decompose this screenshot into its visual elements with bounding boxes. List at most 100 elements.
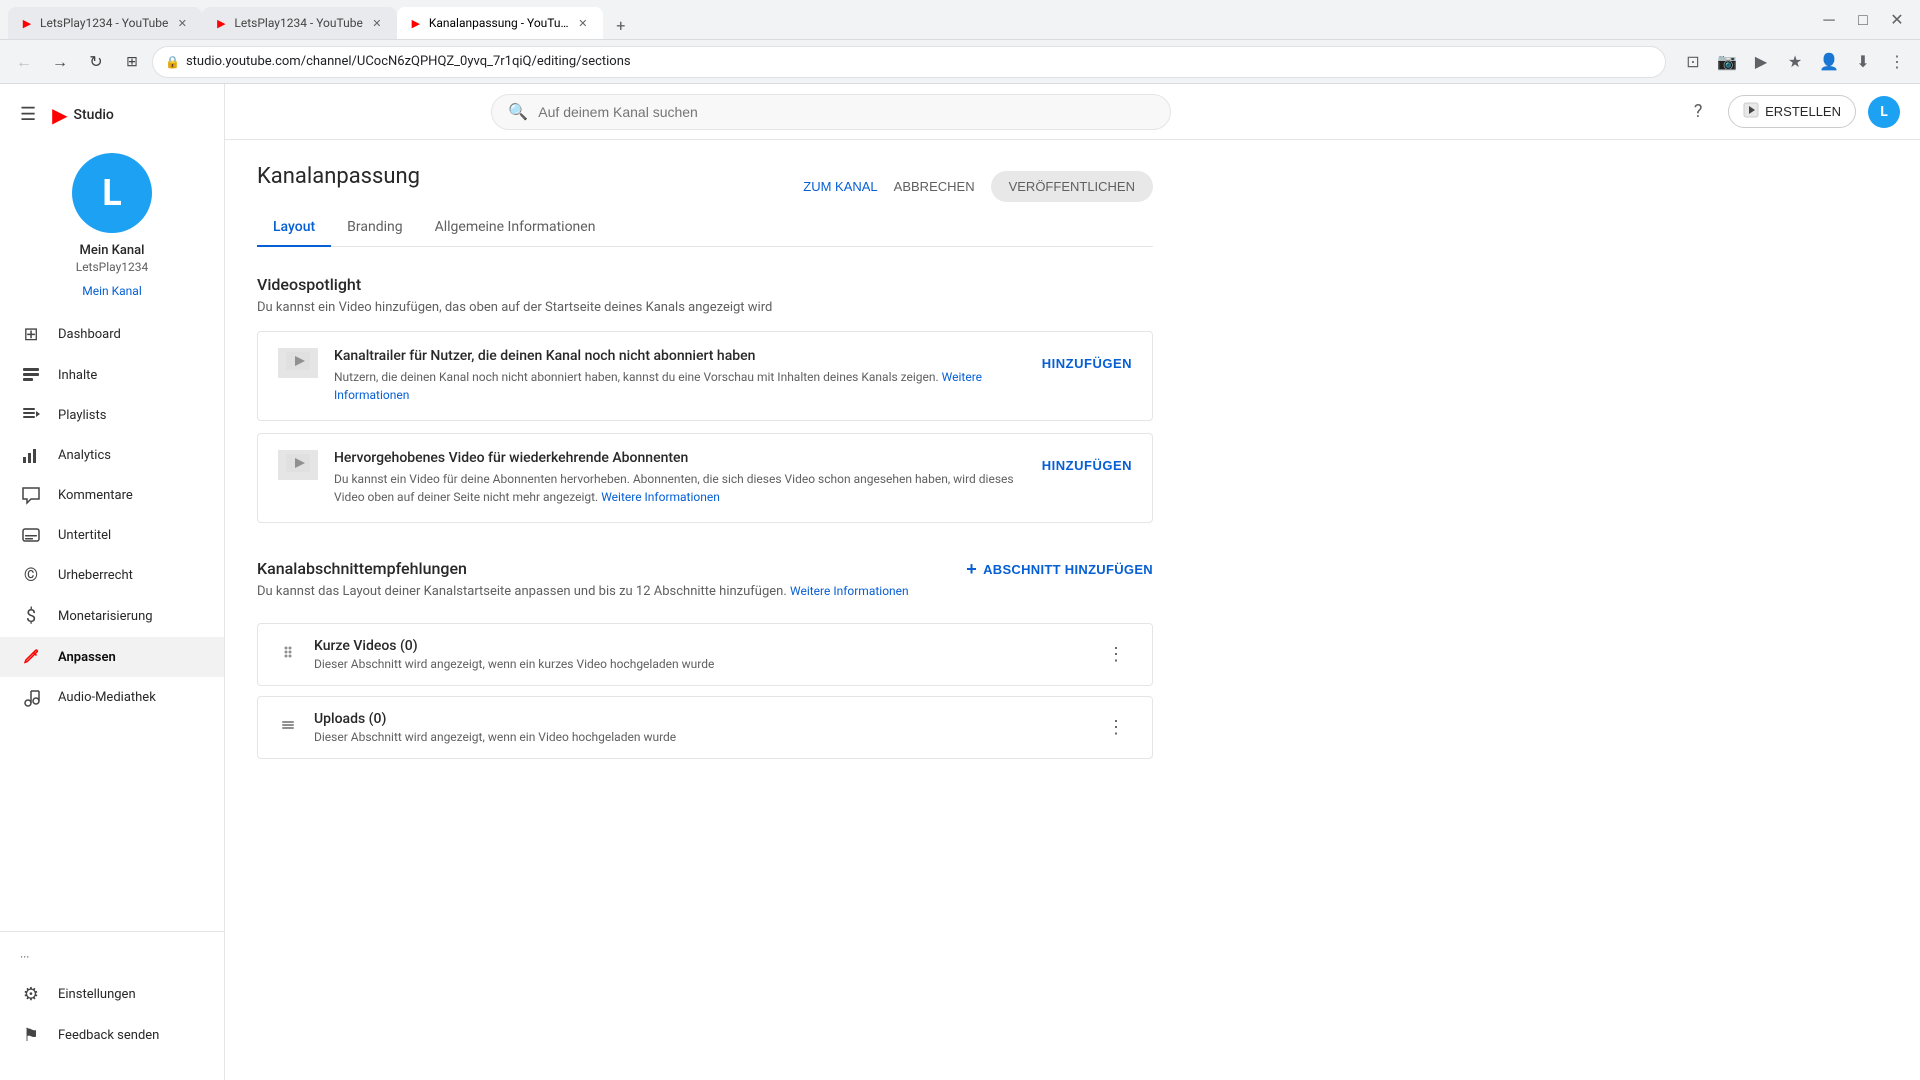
- main-area: 🔍 ? ERSTELLEN L Kanalanp: [225, 84, 1920, 1080]
- menu-icon[interactable]: ⋮: [1882, 47, 1912, 77]
- sidebar: ☰ ▶ Studio L Mein Kanal LetsPlay1234 Mei…: [0, 84, 225, 1080]
- uploads-more-button[interactable]: ⋮: [1100, 712, 1132, 744]
- refresh-button[interactable]: ↻: [80, 46, 112, 78]
- help-button[interactable]: ?: [1680, 94, 1716, 130]
- kanalabschnitt-desc: Du kannst das Layout deiner Kanalstartse…: [257, 584, 966, 599]
- sidebar-item-audio-mediathek[interactable]: Audio-Mediathek: [0, 677, 224, 717]
- tab-branding[interactable]: Branding: [331, 209, 418, 247]
- urheberrecht-icon: ©: [20, 565, 42, 586]
- tab-layout[interactable]: Layout: [257, 209, 331, 247]
- sidebar-item-feedback[interactable]: ⚑ Feedback senden: [0, 1015, 224, 1056]
- browser-tab-1[interactable]: ▶ LetsPlay1234 - YouTube ✕: [8, 7, 202, 39]
- trailer-info: Kanaltrailer für Nutzer, die deinen Kana…: [334, 348, 1026, 404]
- sidebar-item-anpassen[interactable]: Anpassen: [0, 637, 224, 677]
- page-actions: ZUM KANAL ABBRECHEN VERÖFFENTLICHEN: [803, 171, 1153, 202]
- videospotlight-desc: Du kannst ein Video hinzufügen, das oben…: [257, 300, 1153, 315]
- tab-close-1[interactable]: ✕: [174, 15, 190, 31]
- forward-nav-icon[interactable]: ▶: [1746, 47, 1776, 77]
- spotlight-card-trailer: Kanaltrailer für Nutzer, die deinen Kana…: [257, 331, 1153, 421]
- sidebar-item-kommentare[interactable]: Kommentare: [0, 475, 224, 515]
- hervorgehoben-thumb-icon: [286, 454, 310, 477]
- hervorgehoben-title: Hervorgehobenes Video für wiederkehrende…: [334, 450, 1026, 466]
- sidebar-label-urheberrecht: Urheberrecht: [58, 568, 133, 583]
- tab-title-3: Kanalanpassung - YouTube: [429, 16, 569, 30]
- profile-icon[interactable]: 👤: [1814, 47, 1844, 77]
- user-avatar[interactable]: L: [1868, 96, 1900, 128]
- sidebar-item-monetarisierung[interactable]: $ Monetarisierung: [0, 596, 224, 637]
- abschnitt-hinzufuegen-button[interactable]: + ABSCHNITT HINZUFÜGEN: [966, 559, 1153, 580]
- sidebar-item-inhalte[interactable]: Inhalte: [0, 355, 224, 395]
- sidebar-item-einstellungen[interactable]: ⚙ Einstellungen: [0, 974, 224, 1015]
- tab-close-3[interactable]: ✕: [575, 15, 591, 31]
- maximize-button[interactable]: □: [1848, 5, 1878, 35]
- screenshot-icon[interactable]: 📷: [1712, 47, 1742, 77]
- kanalabschnitt-more-link[interactable]: Weitere Informationen: [790, 584, 909, 598]
- channel-info: L Mein Kanal LetsPlay1234 Mein Kanal: [0, 141, 224, 314]
- sidebar-label-feedback: Feedback senden: [58, 1028, 159, 1043]
- dashboard-icon: ⊞: [20, 324, 42, 345]
- page-title: Kanalanpassung: [257, 164, 420, 189]
- trailer-thumb-icon: [286, 352, 310, 375]
- drag-handle-uploads[interactable]: [278, 715, 298, 740]
- tab-favicon-2: ▶: [214, 16, 228, 30]
- extensions-button[interactable]: ⊞: [116, 46, 148, 78]
- cast-icon[interactable]: ⊡: [1678, 47, 1708, 77]
- topbar-right: ? ERSTELLEN L: [1680, 94, 1900, 130]
- tab-allgemeine[interactable]: Allgemeine Informationen: [419, 209, 612, 247]
- download-icon[interactable]: ⬇: [1848, 47, 1878, 77]
- close-button[interactable]: ✕: [1882, 5, 1912, 35]
- back-button[interactable]: ←: [8, 46, 40, 78]
- more-button[interactable]: ···: [0, 940, 224, 974]
- yt-studio-logo[interactable]: ▶ Studio: [52, 103, 114, 127]
- sidebar-item-playlists[interactable]: Playlists: [0, 395, 224, 435]
- url-text: studio.youtube.com/channel/UCocN6zQPHQZ_…: [186, 54, 631, 69]
- abbrechen-button[interactable]: ABBRECHEN: [894, 179, 975, 194]
- search-icon: 🔍: [508, 102, 528, 121]
- abschnitt-hinzufuegen-label: ABSCHNITT HINZUFÜGEN: [983, 562, 1153, 577]
- studio-label: Studio: [74, 107, 114, 123]
- url-bar[interactable]: 🔒 studio.youtube.com/channel/UCocN6zQPHQ…: [152, 46, 1666, 78]
- trailer-desc: Nutzern, die deinen Kanal noch nicht abo…: [334, 368, 1026, 404]
- channel-avatar[interactable]: L: [72, 153, 152, 233]
- sidebar-item-dashboard[interactable]: ⊞ Dashboard: [0, 314, 224, 355]
- kurze-videos-title: Kurze Videos (0): [314, 638, 1084, 654]
- new-tab-button[interactable]: +: [607, 11, 635, 39]
- minimize-button[interactable]: ─: [1814, 5, 1844, 35]
- forward-button[interactable]: →: [44, 46, 76, 78]
- hervorgehoben-thumbnail: [278, 450, 318, 480]
- browser-chrome: ▶ LetsPlay1234 - YouTube ✕ ▶ LetsPlay123…: [0, 0, 1920, 40]
- zum-kanal-button[interactable]: ZUM KANAL: [803, 179, 877, 194]
- content-wrapper: Kanalanpassung ZUM KANAL ABBRECHEN VERÖF…: [257, 164, 1153, 769]
- hervorgehoben-more-link[interactable]: Weitere Informationen: [601, 490, 720, 504]
- kurze-videos-more-button[interactable]: ⋮: [1100, 639, 1132, 671]
- kurze-videos-info: Kurze Videos (0) Dieser Abschnitt wird a…: [314, 638, 1084, 671]
- section-item-kurze-videos: Kurze Videos (0) Dieser Abschnitt wird a…: [257, 623, 1153, 686]
- sidebar-label-analytics: Analytics: [58, 448, 111, 463]
- sidebar-item-untertitel[interactable]: Untertitel: [0, 515, 224, 555]
- kanalabschnitt-header-left: Kanalabschnittempfehlungen Du kannst das…: [257, 559, 966, 615]
- veroeffentlichen-button[interactable]: VERÖFFENTLICHEN: [991, 171, 1153, 202]
- my-channel-link[interactable]: Mein Kanal: [82, 284, 142, 298]
- sidebar-label-monetarisierung: Monetarisierung: [58, 609, 153, 624]
- hervorgehoben-hinzufuegen-button[interactable]: HINZUFÜGEN: [1042, 450, 1132, 481]
- hamburger-button[interactable]: ☰: [16, 100, 40, 129]
- feedback-icon: ⚑: [20, 1025, 42, 1046]
- browser-tab-3[interactable]: ▶ Kanalanpassung - YouTube ✕: [397, 7, 603, 39]
- trailer-hinzufuegen-button[interactable]: HINZUFÜGEN: [1042, 348, 1132, 379]
- tab-close-2[interactable]: ✕: [369, 15, 385, 31]
- sidebar-item-urheberrecht[interactable]: © Urheberrecht: [0, 555, 224, 596]
- analytics-icon: [20, 445, 42, 465]
- kanalabschnitt-header: Kanalabschnittempfehlungen Du kannst das…: [257, 559, 1153, 615]
- drag-handle-kurze-videos[interactable]: [278, 642, 298, 667]
- create-button[interactable]: ERSTELLEN: [1728, 95, 1856, 128]
- sidebar-label-audio-mediathek: Audio-Mediathek: [58, 690, 156, 705]
- spotlight-card-hervorgehoben: Hervorgehobenes Video für wiederkehrende…: [257, 433, 1153, 523]
- more-icon: ···: [20, 950, 29, 964]
- sidebar-item-analytics[interactable]: Analytics: [0, 435, 224, 475]
- search-input[interactable]: [538, 104, 1154, 120]
- browser-tab-2[interactable]: ▶ LetsPlay1234 - YouTube ✕: [202, 7, 396, 39]
- bookmark-icon[interactable]: ★: [1780, 47, 1810, 77]
- channel-name: Mein Kanal: [80, 243, 145, 258]
- kanalabschnitt-section: Kanalabschnittempfehlungen Du kannst das…: [257, 559, 1153, 769]
- uploads-title: Uploads (0): [314, 711, 1084, 727]
